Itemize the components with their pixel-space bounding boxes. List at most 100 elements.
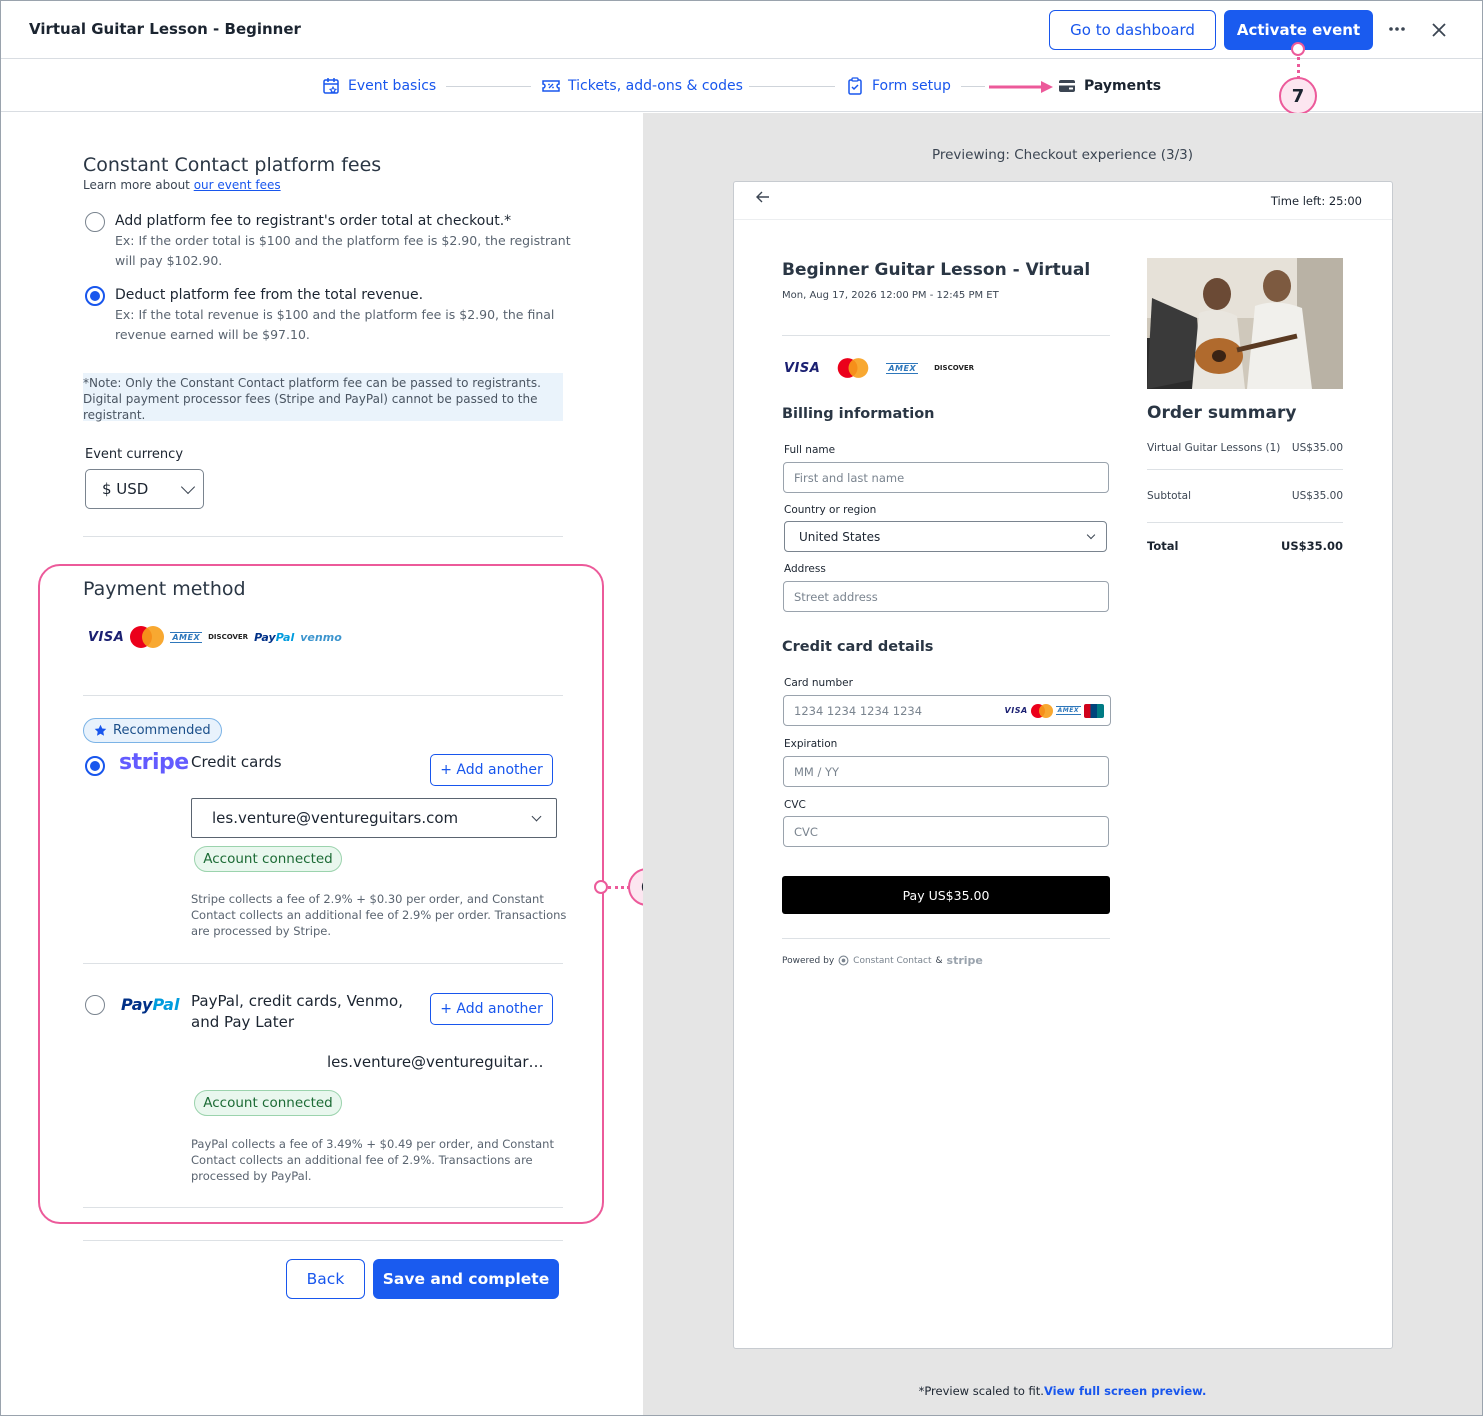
paypal-account: les.venture@ventureguitar…: [327, 1053, 544, 1071]
desc-line: revenue earned will be $97.10.: [115, 327, 310, 342]
cvc-label: CVC: [784, 799, 806, 811]
subtotal-label: Subtotal: [1147, 490, 1191, 502]
stripe-account-value: les.venture@ventureguitars.com: [212, 809, 459, 827]
recommended-badge: Recommended: [83, 718, 222, 743]
paypal-logo: PayPal: [121, 995, 179, 1014]
divider: [83, 1207, 563, 1208]
order-summary-heading: Order summary: [1147, 403, 1297, 423]
desc-line: Ex: If the total revenue is $100 and the…: [115, 307, 555, 322]
callout-connector: [1297, 57, 1300, 79]
step-event-basics[interactable]: Event basics: [322, 77, 436, 95]
expiration-input[interactable]: MM / YY: [783, 756, 1109, 787]
amex-logo: AMEX: [170, 631, 203, 643]
checkout-preview: Time left: 25:00 Beginner Guitar Lesson …: [733, 181, 1393, 1349]
address-input[interactable]: Street address: [783, 581, 1109, 612]
step-label: Event basics: [348, 78, 437, 94]
close-icon[interactable]: [1426, 17, 1452, 43]
divider: [83, 963, 563, 964]
desc-line: PayPal collects a fee of 3.49% + $0.49 p…: [191, 1137, 554, 1151]
step-connector: [446, 86, 531, 87]
guitar-lesson-photo: [1147, 258, 1343, 389]
add-fee-radio[interactable]: [85, 212, 105, 232]
divider: [83, 536, 563, 537]
fee-note: *Note: Only the Constant Contact platfor…: [83, 373, 563, 422]
event-fees-link[interactable]: our event fees: [194, 178, 281, 192]
add-fee-description: Ex: If the order total is $100 and the p…: [115, 231, 571, 271]
card-brand-icons: VISA AMEX: [1004, 703, 1104, 718]
desc-line: Contact collects an additional fee of 2.…: [191, 1153, 533, 1167]
name-line: PayPal, credit cards, Venmo,: [191, 992, 403, 1010]
ticket-icon: [542, 80, 560, 92]
cvc-input[interactable]: CVC: [783, 816, 1109, 847]
pay-button[interactable]: Pay US$35.00: [782, 876, 1110, 914]
line-item-row: Virtual Guitar Lessons (1) US$35.00: [1147, 442, 1343, 454]
star-icon: [94, 724, 107, 736]
preview-footnote: *Preview scaled to fit.View full screen …: [643, 1384, 1482, 1398]
stripe-add-another-button[interactable]: + Add another: [430, 754, 553, 786]
divider: [83, 695, 563, 696]
step-label: Payments: [1084, 78, 1162, 94]
paypal-fee-description: PayPal collects a fee of 3.49% + $0.49 p…: [191, 1136, 554, 1184]
country-value: United States: [799, 529, 881, 544]
currency-select[interactable]: $ USD: [85, 469, 204, 509]
callout-anchor: [1291, 42, 1305, 56]
paypal-name: PayPal, credit cards, Venmo, and Pay Lat…: [191, 991, 403, 1033]
callout-badge-7: 7: [1279, 77, 1317, 115]
stripe-account-select[interactable]: les.venture@ventureguitars.com: [191, 798, 557, 838]
total-value: US$35.00: [1281, 539, 1343, 553]
preview-topbar: Time left: 25:00: [734, 182, 1392, 220]
unionpay-icon: [1084, 703, 1104, 718]
event-title: Beginner Guitar Lesson - Virtual: [782, 260, 1091, 280]
step-label: Tickets, add-ons & codes: [568, 78, 743, 94]
billing-heading: Billing information: [782, 406, 935, 422]
powered-by: Powered by Constant Contact & stripe: [782, 954, 983, 967]
paypal-connected-badge: Account connected: [194, 1090, 342, 1116]
wallet-icon: [1059, 80, 1075, 92]
stripe-wordmark: stripe: [946, 954, 983, 967]
constant-contact-logo-icon: [838, 955, 849, 966]
chevron-down-icon: [531, 811, 542, 821]
app-window: Virtual Guitar Lesson - Beginner Go to d…: [0, 0, 1483, 1416]
stripe-radio[interactable]: [85, 756, 105, 776]
paypal-add-another-button[interactable]: + Add another: [430, 993, 553, 1025]
deduct-fee-title: Deduct platform fee from the total reven…: [115, 287, 424, 303]
callout-connector: [608, 886, 630, 889]
visa-logo: VISA: [784, 360, 821, 376]
step-payments[interactable]: Payments: [1058, 77, 1161, 95]
country-select[interactable]: United States: [784, 521, 1107, 552]
step-connector: [961, 86, 985, 87]
note-line: registrant.: [83, 408, 146, 422]
visa-icon: VISA: [1004, 706, 1028, 715]
mastercard-logo: [130, 626, 165, 648]
card-number-input[interactable]: 1234 1234 1234 1234 VISA AMEX: [783, 695, 1111, 726]
save-and-complete-button[interactable]: Save and complete: [373, 1259, 559, 1299]
deduct-fee-description: Ex: If the total revenue is $100 and the…: [115, 305, 554, 345]
step-tickets[interactable]: Tickets, add-ons & codes: [542, 77, 743, 95]
full-screen-preview-link[interactable]: View full screen preview.: [1044, 1384, 1206, 1398]
desc-line: will pay $102.90.: [115, 253, 223, 268]
step-form-setup[interactable]: Form setup: [846, 77, 951, 95]
divider: [1147, 469, 1343, 470]
line-item-price: US$35.00: [1291, 442, 1343, 454]
top-bar: Virtual Guitar Lesson - Beginner Go to d…: [1, 1, 1482, 59]
line-item-name: Virtual Guitar Lessons (1): [1147, 442, 1281, 454]
more-horizontal-icon[interactable]: [1384, 16, 1410, 42]
add-fee-title: Add platform fee to registrant's order t…: [115, 213, 512, 229]
full-name-input[interactable]: First and last name: [783, 462, 1109, 493]
mastercard-icon: [1030, 703, 1053, 718]
learn-more-text: Learn more about our event fees: [83, 178, 281, 192]
visa-logo: VISA: [88, 629, 125, 645]
divider: [83, 1240, 563, 1241]
deduct-fee-radio[interactable]: [85, 286, 105, 306]
address-label: Address: [784, 563, 826, 575]
pointer-arrow-icon: [989, 81, 1053, 93]
divider: [782, 938, 1110, 939]
back-button[interactable]: Back: [286, 1259, 365, 1299]
paypal-radio[interactable]: [85, 995, 105, 1015]
back-arrow-icon[interactable]: [756, 191, 770, 207]
desc-line: are processed by Stripe.: [191, 924, 331, 938]
go-to-dashboard-button[interactable]: Go to dashboard: [1049, 10, 1216, 50]
subtotal-row: Subtotal US$35.00: [1147, 490, 1343, 502]
footnote-text: *Preview scaled to fit.: [918, 1384, 1044, 1398]
mastercard-logo: [838, 358, 869, 378]
